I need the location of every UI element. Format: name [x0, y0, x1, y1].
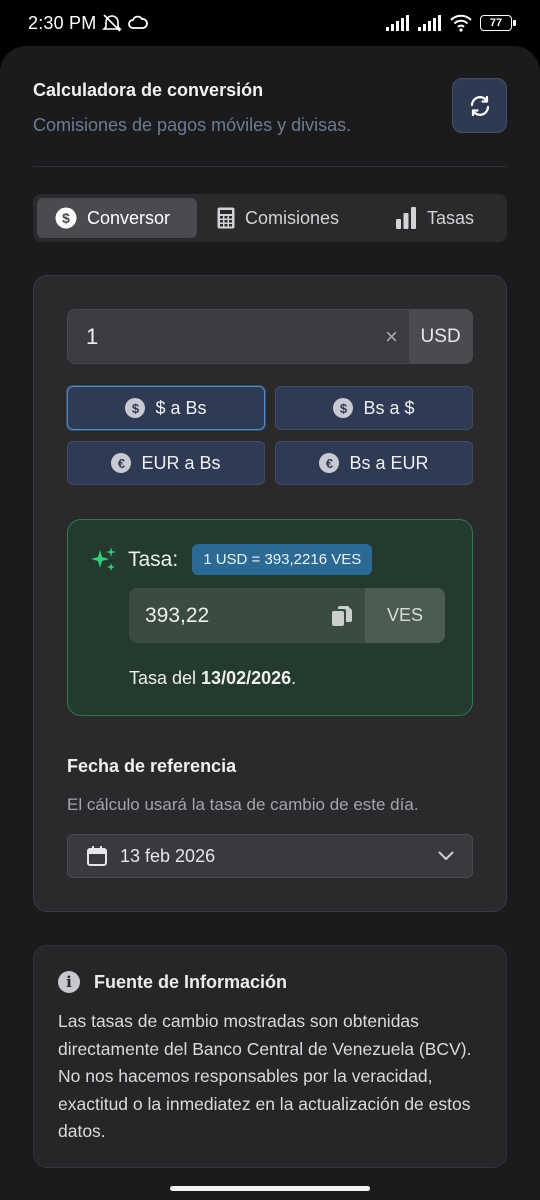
dollar-coin-icon: $ [125, 398, 146, 418]
clear-button[interactable]: × [374, 310, 409, 363]
rate-date-prefix: Tasa del [129, 668, 202, 688]
calendar-icon [87, 846, 107, 866]
euro-coin-icon: € [111, 453, 132, 473]
reference-date-description: El cálculo usará la tasa de cambio de es… [67, 795, 419, 814]
button-label: EUR a Bs [141, 452, 221, 473]
rate-value: 393,22 [145, 603, 210, 627]
button-label: $ a Bs [155, 397, 207, 418]
status-right-icons: 77 [386, 14, 516, 32]
wifi-icon [450, 14, 472, 32]
bs-to-eur-button[interactable]: € Bs a EUR [275, 441, 473, 485]
dollar-circle-icon: $ [55, 207, 77, 229]
svg-text:$: $ [62, 210, 70, 226]
rate-date-suffix: . [291, 668, 297, 688]
signal-icon [386, 15, 409, 31]
bs-to-usd-button[interactable]: $ Bs a $ [275, 386, 473, 430]
rate-unit: VES [365, 588, 445, 643]
header: Calculadora de conversión Comisiones de … [33, 80, 507, 136]
rate-badge: 1 USD = 393,2216 VES [192, 544, 373, 575]
tab-tasas[interactable]: Tasas [375, 198, 503, 238]
rate-date: 13/02/2026 [201, 668, 292, 688]
tab-label: Conversor [87, 207, 171, 228]
status-bar: 2:30 PM 77 [0, 0, 540, 46]
close-icon: × [385, 323, 399, 349]
home-indicator[interactable] [170, 1186, 370, 1191]
tab-bar: $ Conversor Comisiones Tasas [33, 194, 507, 242]
rate-output-field: 393,22 VES [129, 588, 445, 643]
tab-conversor[interactable]: $ Conversor [37, 198, 197, 238]
button-label: Bs a EUR [349, 452, 429, 473]
eur-to-bs-button[interactable]: € EUR a Bs [67, 441, 265, 485]
amount-input[interactable] [68, 310, 374, 363]
tab-label: Tasas [427, 207, 475, 228]
info-icon: i [58, 971, 80, 993]
chevron-down-icon [438, 851, 454, 860]
copy-icon [332, 605, 352, 626]
usd-to-bs-button[interactable]: $ $ a Bs [67, 386, 265, 430]
status-time: 2:30 PM [28, 12, 97, 33]
button-label: Bs a $ [363, 397, 415, 418]
rate-date-text: Tasa del 13/02/2026. [129, 668, 296, 689]
converter-card: × USD $ $ a Bs $ Bs a $ € EUR a Bs € Bs … [33, 275, 507, 912]
refresh-button[interactable] [452, 78, 507, 133]
tab-comisiones[interactable]: Comisiones [197, 198, 375, 238]
amount-unit: USD [409, 310, 472, 363]
reference-date-picker[interactable]: 13 feb 2026 [67, 834, 473, 878]
dollar-coin-icon: $ [333, 398, 354, 418]
info-header: i Fuente de Información [58, 971, 287, 993]
rate-header: Tasa: 1 USD = 393,2216 VES [90, 544, 373, 575]
refresh-icon [470, 95, 489, 116]
calculator-icon [217, 207, 235, 229]
sparkles-icon [91, 546, 116, 571]
selected-date: 13 feb 2026 [120, 845, 216, 866]
copy-button[interactable] [319, 588, 365, 643]
rate-label: Tasa: [128, 547, 179, 571]
notifications-muted-icon [102, 14, 123, 32]
euro-coin-icon: € [319, 453, 340, 473]
rate-result-box: Tasa: 1 USD = 393,2216 VES 393,22 VES Ta… [67, 519, 473, 716]
page-subtitle: Comisiones de pagos móviles y divisas. [33, 115, 352, 135]
header-divider [33, 166, 507, 167]
reference-date-title: Fecha de referencia [67, 756, 237, 776]
amount-field: × USD [67, 309, 473, 364]
battery-icon: 77 [480, 15, 516, 31]
status-left-icons [102, 14, 149, 32]
info-title: Fuente de Información [94, 971, 288, 992]
info-card: i Fuente de Información Las tasas de cam… [33, 945, 507, 1168]
tab-label: Comisiones [245, 207, 340, 228]
bar-chart-icon [396, 207, 416, 229]
cloud-icon [128, 15, 149, 29]
app-sheet: Calculadora de conversión Comisiones de … [0, 46, 540, 1200]
signal-icon-2 [418, 15, 441, 31]
page-title: Calculadora de conversión [33, 80, 264, 100]
info-text: Las tasas de cambio mostradas son obteni… [58, 1011, 472, 1141]
